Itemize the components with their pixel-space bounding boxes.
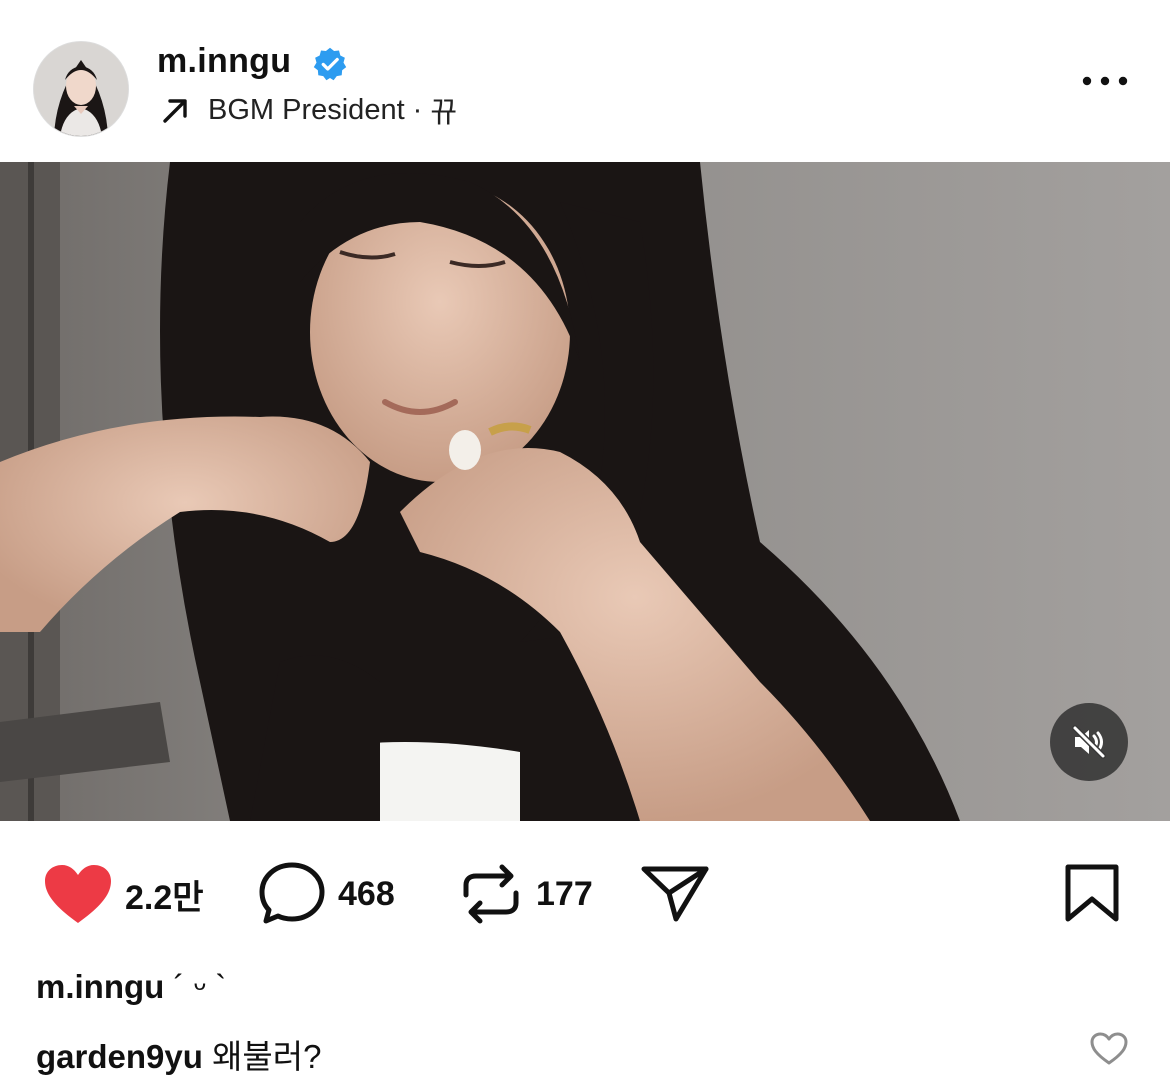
comment-like-heart-icon[interactable] [1090,1032,1128,1066]
post-header: m.inngu BGM President · 뀨 [0,0,1170,162]
comment-bubble-icon [259,862,325,924]
username[interactable]: m.inngu [157,42,291,81]
comment-button[interactable]: 468 [258,861,395,927]
caption-username[interactable]: m.inngu [36,968,164,1005]
caption-text: ´ ᵕ ` [173,968,227,1005]
bookmark-icon [1065,864,1119,922]
music-title: 뀨 [430,97,457,129]
avatar[interactable] [33,41,129,137]
music-artist: BGM President [208,93,405,126]
post-caption: m.inngu ´ ᵕ ` [36,968,226,1006]
send-icon [641,866,709,922]
comment-row: garden9yu 왜불러? [36,1030,322,1078]
save-button[interactable] [1064,863,1120,923]
more-options-icon[interactable] [1080,68,1130,94]
like-count: 2.2만 [125,878,204,917]
comment-count: 468 [338,874,395,913]
repost-icon [463,864,519,924]
repost-count: 177 [536,874,593,913]
music-separator: · [412,93,423,126]
repost-button[interactable]: 177 [458,861,593,927]
music-link[interactable]: BGM President · 뀨 [160,90,457,130]
speaker-muted-icon [1072,725,1106,759]
arrow-up-right-icon [163,99,187,123]
video-frame [0,162,1170,821]
mute-toggle[interactable] [1050,703,1128,781]
comment-username[interactable]: garden9yu [36,1038,203,1075]
comment-text: 왜불러? [212,1038,322,1075]
heart-filled-icon [45,865,111,923]
verified-badge-icon [313,47,347,81]
share-button[interactable] [640,863,710,923]
post-video[interactable] [0,162,1170,821]
like-button[interactable]: 2.2만 [43,863,204,925]
action-bar: 2.2만 468 177 [0,821,1170,961]
